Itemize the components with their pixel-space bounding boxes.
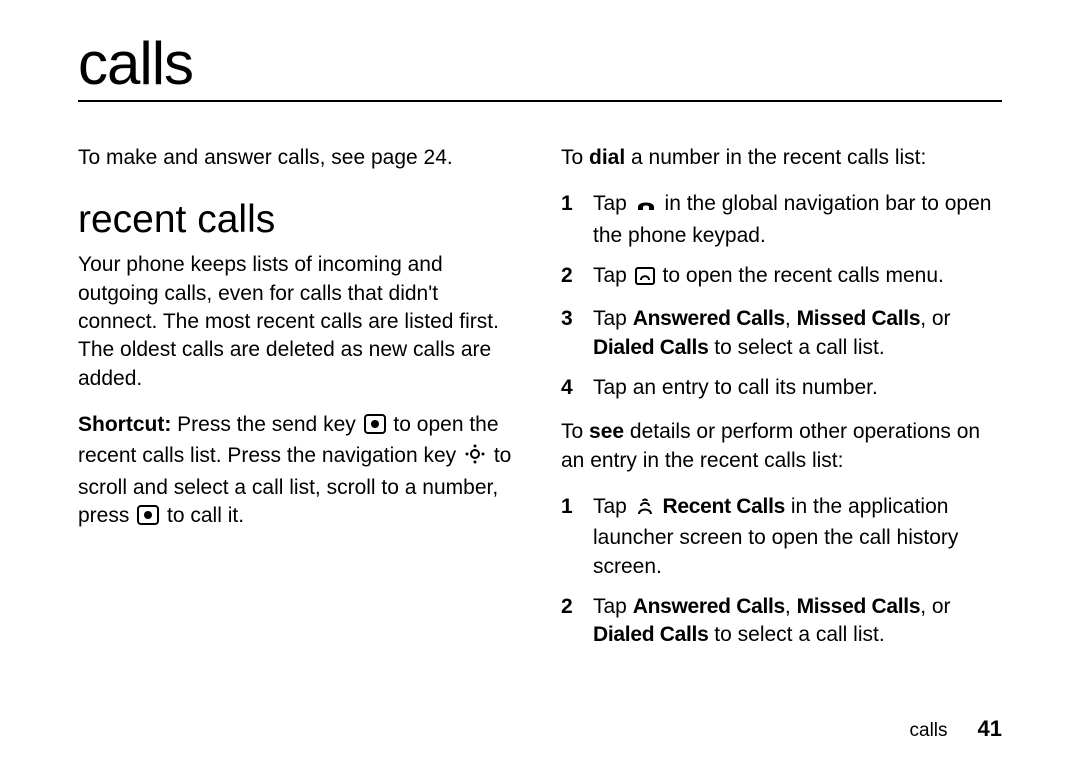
step-number: 1 [561, 190, 579, 250]
answered-calls-label: Answered Calls [633, 595, 785, 618]
step-number: 1 [561, 493, 579, 581]
page-title: calls [78, 34, 1002, 94]
intro-text: To make and answer calls, see page 24. [78, 144, 519, 172]
step-number: 2 [561, 262, 579, 293]
dialed-calls-label: Dialed Calls [593, 623, 708, 646]
title-rule [78, 100, 1002, 102]
step-number: 2 [561, 593, 579, 650]
c1: , [785, 307, 797, 330]
send-key-icon [364, 414, 386, 442]
step-4: 4 Tap an entry to call its number. [561, 374, 1002, 402]
step-text: Tap in the global navigation bar to open… [593, 190, 1002, 250]
missed-calls-label: Missed Calls [797, 307, 921, 330]
recent-calls-menu-icon [635, 265, 655, 293]
see-steps: 1 Tap Recent Calls in the application la… [561, 493, 1002, 650]
see-b: details or perform other operations on a… [561, 420, 980, 471]
shortcut-text-d: to call it. [161, 504, 244, 527]
c1b: , [785, 595, 797, 618]
shortcut-text-a: Press the send key [171, 413, 361, 436]
step-number: 3 [561, 305, 579, 362]
columns: To make and answer calls, see page 24. r… [78, 144, 1002, 666]
dialed-calls-label: Dialed Calls [593, 336, 708, 359]
step3-b: to select a call list. [708, 336, 884, 359]
left-column: To make and answer calls, see page 24. r… [78, 144, 519, 666]
page-footer: calls 41 [910, 716, 1003, 742]
send-key-icon [137, 505, 159, 533]
dial-a: To [561, 146, 589, 169]
section-heading-recent-calls: recent calls [78, 200, 519, 241]
footer-section: calls [910, 720, 948, 742]
shortcut-label: Shortcut: [78, 413, 171, 436]
see-bold: see [589, 420, 624, 443]
step1-a: Tap [593, 192, 633, 215]
missed-calls-label: Missed Calls [797, 595, 921, 618]
step-number: 4 [561, 374, 579, 402]
dial-bold: dial [589, 146, 625, 169]
page: calls To make and answer calls, see page… [0, 0, 1080, 766]
answered-calls-label: Answered Calls [633, 307, 785, 330]
c2b: , or [920, 595, 950, 618]
right-column: To dial a number in the recent calls lis… [561, 144, 1002, 666]
step-2: 2 Tap to open the recent calls menu. [561, 262, 1002, 293]
phone-icon [635, 193, 657, 221]
step2-b: to open the recent calls menu. [657, 264, 944, 287]
step-text: Tap Answered Calls, Missed Calls, or Dia… [593, 305, 1002, 362]
dial-b: a number in the recent calls list: [625, 146, 926, 169]
see-step-1: 1 Tap Recent Calls in the application la… [561, 493, 1002, 581]
see-step-2: 2 Tap Answered Calls, Missed Calls, or D… [561, 593, 1002, 650]
step-3: 3 Tap Answered Calls, Missed Calls, or D… [561, 305, 1002, 362]
s2-1-a: Tap [593, 495, 633, 518]
navigation-key-icon [464, 443, 486, 473]
shortcut-paragraph: Shortcut: Press the send key to open the… [78, 411, 519, 533]
see-a: To [561, 420, 589, 443]
recent-calls-app-label: Recent Calls [663, 495, 785, 518]
c2: , or [920, 307, 950, 330]
footer-page-number: 41 [978, 716, 1002, 742]
step-text: Tap Answered Calls, Missed Calls, or Dia… [593, 593, 1002, 650]
step-1: 1 Tap in the global navigation bar to op… [561, 190, 1002, 250]
s2-2-b: to select a call list. [708, 623, 884, 646]
step2-a: Tap [593, 264, 633, 287]
recent-calls-app-icon [635, 496, 655, 524]
dial-intro: To dial a number in the recent calls lis… [561, 144, 1002, 172]
dial-steps: 1 Tap in the global navigation bar to op… [561, 190, 1002, 402]
step3-a: Tap [593, 307, 633, 330]
step-text: Tap to open the recent calls menu. [593, 262, 1002, 293]
s2-2-a: Tap [593, 595, 633, 618]
recent-calls-description: Your phone keeps lists of incoming and o… [78, 251, 519, 393]
step-text: Tap Recent Calls in the application laun… [593, 493, 1002, 581]
see-intro: To see details or perform other operatio… [561, 418, 1002, 475]
step-text: Tap an entry to call its number. [593, 374, 1002, 402]
